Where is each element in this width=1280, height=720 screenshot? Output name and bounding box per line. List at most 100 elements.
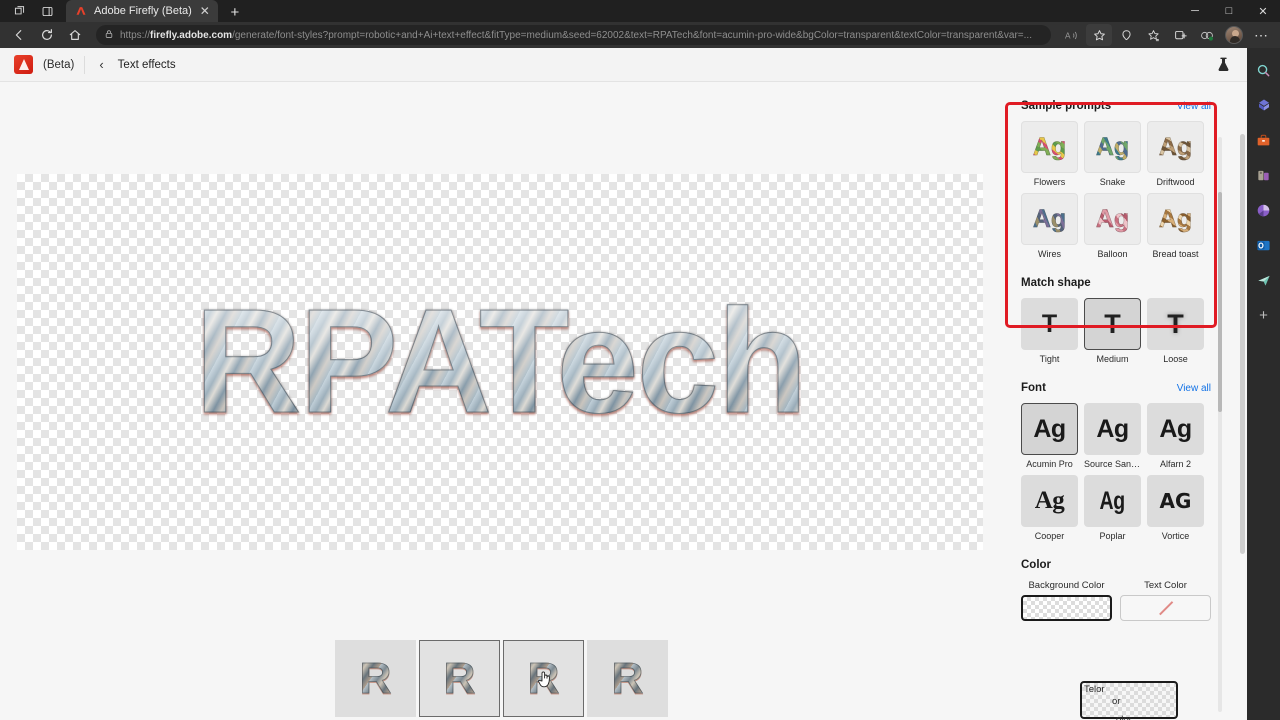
generated-text-artwork: RPATech [17,287,983,436]
sample-prompt-bread-toast[interactable]: Ag Bread toast [1147,193,1204,259]
settings-more-icon[interactable]: ⋯ [1248,24,1274,46]
color-row: Background Color Text Color [1021,580,1211,621]
sample-glyph: Ag [1095,132,1130,161]
font-header: Font View all [1021,382,1211,394]
tab-search-icon[interactable] [6,1,32,21]
close-tab-icon[interactable]: ✕ [198,4,212,18]
sample-prompts-view-all[interactable]: View all [1177,101,1211,112]
font-view-all[interactable]: View all [1177,383,1211,394]
match-shape-title: Match shape [1021,277,1091,289]
font-label: Alfarn 2 [1159,459,1192,469]
copilot-icon[interactable] [1252,93,1276,117]
font-label: Vortice [1161,531,1190,541]
collections-icon[interactable] [1140,24,1166,46]
sample-prompt-driftwood[interactable]: Ag Driftwood [1147,121,1204,187]
sample-prompt-label: Balloon [1097,249,1128,259]
games-icon[interactable] [1252,163,1276,187]
canvas-scrollbar[interactable] [1240,134,1245,554]
font-label: Source Sans 3 [1084,459,1141,469]
add-sidebar-app-icon[interactable]: + [1252,303,1276,327]
beta-features-flask-icon[interactable] [1213,55,1233,75]
match-shape-label: Medium [1096,354,1129,364]
home-icon[interactable] [62,24,88,46]
window-title-bar: Adobe Firefly (Beta) ✕ + ─ □ ✕ [0,0,1280,22]
split-browser-icon[interactable] [1194,24,1220,46]
web-page: (Beta) ‹ Text effects RPATech R R R R Sa… [0,48,1247,720]
sample-prompts-grid: Ag Flowers Ag Snake Ag Driftwood Ag Wire… [1021,121,1211,259]
sample-prompt-snake[interactable]: Ag Snake [1084,121,1141,187]
read-aloud-icon[interactable]: A [1059,24,1085,46]
sample-prompt-wires[interactable]: Ag Wires [1021,193,1078,259]
shape-glyph: T [1041,309,1058,338]
minimize-button[interactable]: ─ [1178,0,1212,22]
panel-scrollbar-thumb[interactable] [1218,192,1222,412]
tab-strip-left-controls [0,0,60,22]
text-color-swatch[interactable] [1120,595,1211,621]
back-button[interactable]: ‹ [95,57,107,72]
url-text: https://firefly.adobe.com/generate/font-… [120,30,1043,41]
font-vortice[interactable]: AG Vortice [1147,475,1204,541]
beta-label: (Beta) [43,58,75,71]
font-title: Font [1021,382,1046,394]
firefly-logo-icon[interactable] [14,55,33,74]
teams-icon[interactable] [1252,268,1276,292]
close-button[interactable]: ✕ [1246,0,1280,22]
variation-thumbnail[interactable]: R [335,640,416,717]
variation-thumbnail[interactable]: R [587,640,668,717]
header-divider [84,55,86,74]
font-poplar[interactable]: Ag Poplar [1084,475,1141,541]
font-source-sans-3[interactable]: Ag Source Sans 3 [1084,403,1141,469]
sample-glyph: Ag [1032,204,1067,233]
match-shape-loose[interactable]: T Loose [1147,298,1204,364]
font-glyph: Ag [1096,414,1129,443]
lock-icon [104,28,114,42]
outlook-icon[interactable] [1252,233,1276,257]
font-alfarn-2[interactable]: Ag Alfarn 2 [1147,403,1204,469]
new-tab-button[interactable]: + [222,2,248,22]
thumbnail-letter: R [359,653,392,703]
copilot-icon[interactable] [1113,24,1139,46]
maximize-button[interactable]: □ [1212,0,1246,22]
sample-glyph: Ag [1158,132,1193,161]
font-label: Cooper [1034,531,1065,541]
favorites-star-icon[interactable] [1086,24,1112,46]
sample-glyph: Ag [1158,204,1193,233]
font-glyph: Ag [1099,486,1126,515]
thumbnail-letter: R [527,653,560,703]
sample-prompt-label: Driftwood [1156,177,1195,187]
browser-tab[interactable]: Adobe Firefly (Beta) ✕ [66,0,218,22]
font-glyph: AG [1159,489,1192,513]
shopping-icon[interactable] [1252,128,1276,152]
variation-thumbnail-hovered[interactable]: R [503,640,584,717]
background-color-swatch[interactable] [1021,595,1112,621]
sample-glyph: Ag [1032,132,1067,161]
text-color-label: Text Color [1144,580,1187,591]
sample-prompt-balloon[interactable]: Ag Balloon [1084,193,1141,259]
font-glyph: Ag [1033,414,1066,443]
office-icon[interactable] [1252,198,1276,222]
font-acumin-pro[interactable]: Ag Acumin Pro [1021,403,1078,469]
match-shape-tight[interactable]: T Tight [1021,298,1078,364]
browser-window: Adobe Firefly (Beta) ✕ + ─ □ ✕ https://f… [0,0,1280,720]
profile-avatar[interactable] [1225,26,1243,44]
breadcrumb: Text effects [117,58,176,71]
text-color-group: Text Color [1120,580,1211,621]
match-shape-medium[interactable]: T Medium [1084,298,1141,364]
reload-icon[interactable] [34,24,60,46]
search-icon[interactable] [1252,58,1276,82]
background-color-label: Background Color [1028,580,1105,591]
browser-essentials-icon[interactable] [1167,24,1193,46]
font-cooper[interactable]: Ag Cooper [1021,475,1078,541]
address-bar[interactable]: https://firefly.adobe.com/generate/font-… [96,25,1051,45]
sample-prompt-label: Bread toast [1152,249,1199,259]
url-path: /generate/font-styles?prompt=robotic+and… [232,29,1032,41]
shape-glyph: T [1104,308,1121,339]
generation-canvas[interactable]: RPATech [17,174,983,550]
window-controls: ─ □ ✕ [1178,0,1280,22]
sample-glyph: Ag [1095,204,1130,233]
split-screen-icon[interactable] [34,1,60,21]
sample-prompt-flowers[interactable]: Ag Flowers [1021,121,1078,187]
url-domain: firefly.adobe.com [150,29,233,41]
back-icon[interactable] [6,24,32,46]
variation-thumbnail-selected[interactable]: R [419,640,500,717]
